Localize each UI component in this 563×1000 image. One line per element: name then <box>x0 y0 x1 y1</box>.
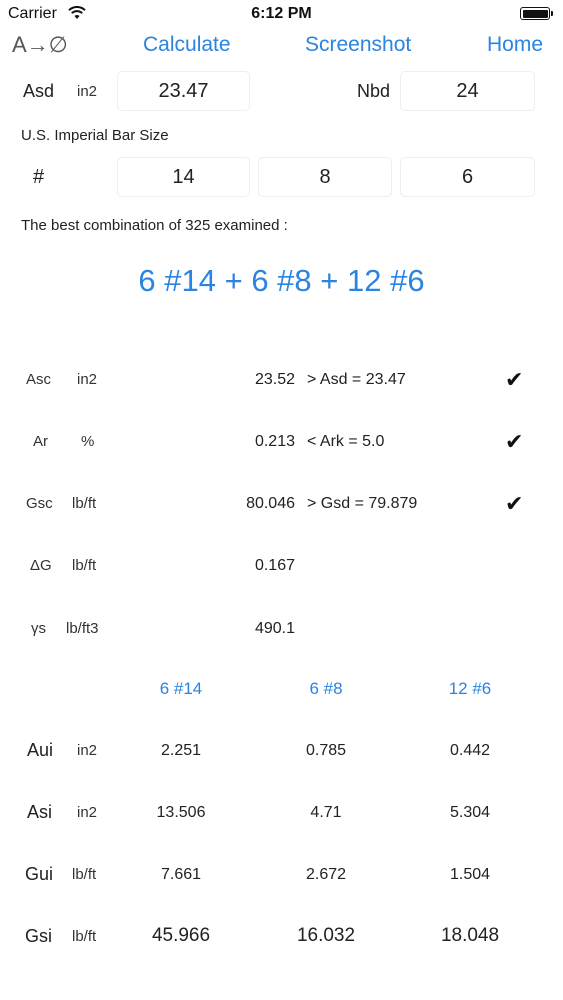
bar-size-input-2[interactable]: 8 <box>258 157 392 197</box>
check-comparison: > Gsd = 79.879 <box>307 495 418 512</box>
row-name: Gui <box>25 864 54 884</box>
table-cell: 16.032 <box>296 925 356 946</box>
check-unit: lb/ft3 <box>66 620 99 637</box>
row-unit: in2 <box>77 804 98 821</box>
bar-group-header-2: 6 #8 <box>309 679 343 698</box>
check-name: γs <box>31 620 46 637</box>
table-cell: 2.672 <box>305 866 347 883</box>
table-cell: 0.442 <box>449 742 491 759</box>
table-cell: 0.785 <box>305 742 347 759</box>
row-unit: lb/ft <box>72 866 97 883</box>
table-cell: 13.506 <box>156 804 206 821</box>
nbd-label: Nbd <box>357 81 391 101</box>
table-cell: 1.504 <box>449 866 491 883</box>
check-unit: in2 <box>77 371 98 388</box>
clear-button[interactable]: A→∅ <box>12 32 68 58</box>
check-value: 0.167 <box>254 557 295 574</box>
home-button[interactable]: Home <box>487 33 543 57</box>
table-cell: 5.304 <box>449 804 491 821</box>
screenshot-button[interactable]: Screenshot <box>305 33 411 57</box>
bar-size-input-3[interactable]: 6 <box>400 157 535 197</box>
battery-icon <box>520 7 553 20</box>
row-name: Gsi <box>25 926 52 946</box>
check-unit: % <box>81 433 95 450</box>
check-value: 0.213 <box>254 433 295 450</box>
table-cell: 4.71 <box>310 804 342 821</box>
check-value: 490.1 <box>254 620 295 637</box>
bar-size-label: U.S. Imperial Bar Size <box>21 127 169 144</box>
check-name: Asc <box>26 371 52 388</box>
checkmark-icon: ✔ <box>505 367 524 392</box>
clock-label: 6:12 PM <box>251 5 312 22</box>
asd-unit: in2 <box>77 83 98 100</box>
bar-size-input-1[interactable]: 14 <box>117 157 250 197</box>
table-cell: 7.661 <box>160 866 202 883</box>
check-value: 23.52 <box>254 371 295 388</box>
table-cell: 45.966 <box>151 925 211 946</box>
checkmark-icon: ✔ <box>505 491 524 516</box>
check-unit: lb/ft <box>72 495 97 512</box>
summary-text: The best combination of 325 examined : <box>21 217 288 234</box>
row-unit: lb/ft <box>72 928 97 945</box>
asd-label: Asd <box>23 81 55 101</box>
checkmark-icon: ✔ <box>505 429 524 454</box>
check-name: Ar <box>33 433 48 450</box>
check-unit: lb/ft <box>72 557 97 574</box>
nbd-input[interactable]: 24 <box>400 71 535 111</box>
row-unit: in2 <box>77 742 98 759</box>
bar-group-header-1: 6 #14 <box>159 679 203 698</box>
calculate-button[interactable]: Calculate <box>143 33 231 57</box>
check-comparison: < Ark = 5.0 <box>307 433 385 450</box>
table-cell: 18.048 <box>440 925 500 946</box>
row-name: Aui <box>27 740 54 760</box>
hash-label: # <box>33 166 45 188</box>
check-value: 80.046 <box>246 495 295 512</box>
row-name: Asi <box>27 802 53 822</box>
bar-group-header-3: 12 #6 <box>448 679 492 698</box>
check-name: Gsc <box>26 495 53 512</box>
check-name: ΔG <box>30 557 52 574</box>
asd-input[interactable]: 23.47 <box>117 71 250 111</box>
best-combination: 6 #14 + 6 #8 + 12 #6 <box>138 263 425 298</box>
status-bar: Carrier 6:12 PM <box>0 0 563 30</box>
table-cell: 2.251 <box>160 742 202 759</box>
check-comparison: > Asd = 23.47 <box>307 371 406 388</box>
